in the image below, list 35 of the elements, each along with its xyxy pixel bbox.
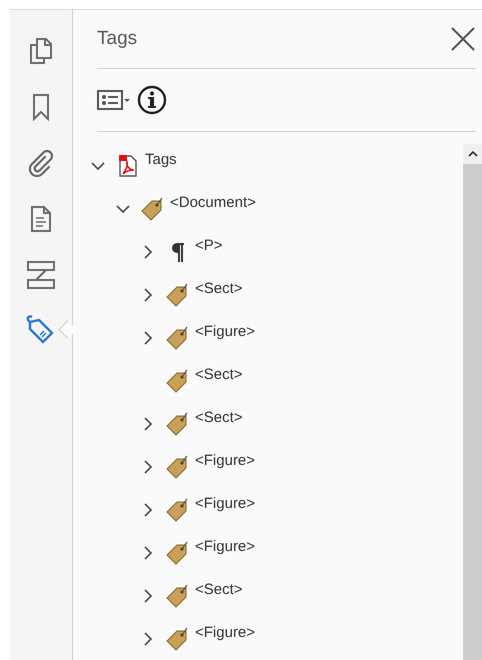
tag-icon [166,626,190,650]
tree-item-label[interactable]: <Figure> [195,323,256,340]
tree-item-label[interactable]: <Sect> [195,409,243,426]
tree-item-label[interactable]: <Figure> [195,538,256,555]
info-button[interactable] [137,85,167,115]
tree-item-label[interactable]: <Figure> [195,495,256,512]
tag-icon [166,454,190,478]
paperclip-icon[interactable] [27,149,55,177]
tree-item-label[interactable]: <Sect> [195,581,243,598]
structure-icon[interactable] [26,260,56,290]
tag-icon [141,196,165,220]
document-icon[interactable] [30,205,52,233]
tree-item-label[interactable]: <Sect> [195,280,243,297]
tag-icon [166,282,190,306]
tree-item-label[interactable]: <Figure> [195,452,256,469]
tree-item-label[interactable]: Tags [145,151,177,168]
options-dropdown-button[interactable] [97,89,131,111]
tree-item-label[interactable]: <Document> [170,194,256,211]
tag-icon [166,540,190,564]
caret-up-icon [468,150,478,158]
panel-title: Tags [97,28,138,50]
tag-icon [166,584,190,608]
pdf-icon [118,154,138,178]
tree-item-label[interactable]: <Sect> [195,366,243,383]
paragraph-icon [171,240,185,262]
pages-icon[interactable] [29,37,53,65]
tree-item-label[interactable]: <P> [195,237,223,254]
tag-icon [166,498,190,522]
tag-icon [166,326,190,350]
close-button[interactable] [450,26,476,52]
tree-item-label[interactable]: <Figure> [195,624,256,641]
scroll-up-button[interactable] [463,144,482,164]
tag-icon [166,368,190,392]
tag-icon [166,412,190,436]
bookmark-icon[interactable] [32,93,50,121]
